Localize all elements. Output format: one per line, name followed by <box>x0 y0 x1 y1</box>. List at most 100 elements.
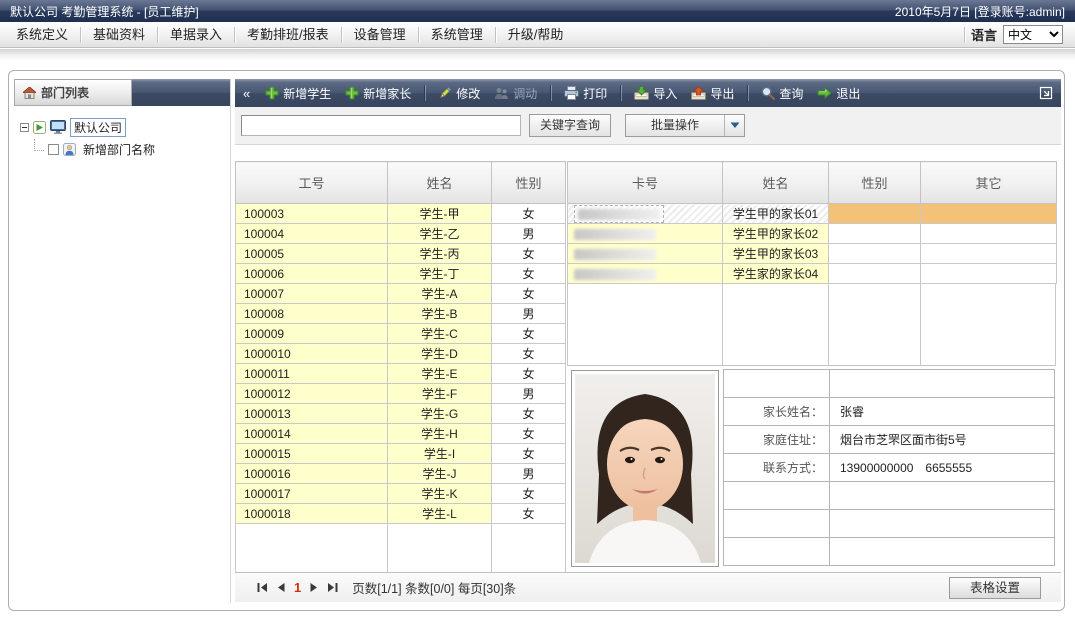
student-name-cell: 学生-D <box>388 344 492 364</box>
tree-node-label-company[interactable]: 默认公司 <box>70 118 126 137</box>
parent-row[interactable]: 学生家的家长04 <box>568 264 1057 284</box>
menu-item-0[interactable]: 系统定义 <box>4 22 80 48</box>
parent-row[interactable]: 学生甲的家长02 <box>568 224 1057 244</box>
keyword-search-button[interactable]: 关键字查询 <box>529 114 611 137</box>
parent-card-cell <box>568 204 723 224</box>
student-row[interactable]: 1000013学生-G女 <box>236 404 566 424</box>
session-info: 2010年5月7日 [登录账号:admin] <box>895 3 1065 20</box>
student-gender-cell: 女 <box>492 424 566 444</box>
tree-expander-icon[interactable] <box>20 123 29 132</box>
chevron-down-icon[interactable] <box>724 115 744 136</box>
toolbar-button-8[interactable]: 退出 <box>812 83 865 104</box>
parent-row[interactable]: 学生甲的家长01 <box>568 204 1057 224</box>
parent-name-cell: 学生甲的家长02 <box>723 224 829 244</box>
menu-item-3[interactable]: 考勤排班/报表 <box>235 22 341 48</box>
student-gender-cell: 女 <box>492 244 566 264</box>
plus-icon <box>345 86 359 100</box>
student-row[interactable]: 1000011学生-E女 <box>236 364 566 384</box>
student-gender-cell: 女 <box>492 324 566 344</box>
student-id-cell: 1000016 <box>236 464 388 484</box>
parent-name-cell: 学生家的家长04 <box>723 264 829 284</box>
student-row[interactable]: 1000015学生-I女 <box>236 444 566 464</box>
parent-header-name: 姓名 <box>723 162 829 204</box>
toolbar-button-5[interactable]: 导入 <box>629 83 682 104</box>
parent-table-empty-area <box>567 284 1056 366</box>
last-page-icon[interactable] <box>327 583 338 592</box>
main-panel: 部门列表 默认公司 <box>8 70 1065 611</box>
student-name-cell: 学生-乙 <box>388 224 492 244</box>
department-sidebar: 部门列表 默认公司 <box>14 79 231 603</box>
menu-item-6[interactable]: 升级/帮助 <box>496 22 576 48</box>
detail-value: 13900000000 6655555 <box>830 454 1055 482</box>
import-icon <box>634 86 649 100</box>
student-row[interactable]: 100007学生-A女 <box>236 284 566 304</box>
student-row[interactable]: 1000016学生-J男 <box>236 464 566 484</box>
student-row[interactable]: 100003学生-甲女 <box>236 204 566 224</box>
tab-department-list[interactable]: 部门列表 <box>14 79 132 106</box>
student-id-cell: 1000010 <box>236 344 388 364</box>
student-gender-cell: 男 <box>492 304 566 324</box>
toolbar: « 新增学生新增家长修改调动打印导入导出查询退出 <box>235 79 1061 107</box>
parent-row[interactable]: 学生甲的家长03 <box>568 244 1057 264</box>
menu-item-2[interactable]: 单据录入 <box>158 22 234 48</box>
student-name-cell: 学生-B <box>388 304 492 324</box>
parent-other-cell <box>921 264 1057 284</box>
parent-name-cell: 学生甲的家长03 <box>723 244 829 264</box>
keyword-input[interactable] <box>241 115 521 136</box>
detail-label: 家长姓名： <box>724 398 830 426</box>
toolbar-button-label: 导入 <box>653 85 677 102</box>
toolbar-button-6[interactable]: 导出 <box>686 83 739 104</box>
blurred-card-number <box>578 209 660 220</box>
student-row[interactable]: 100009学生-C女 <box>236 324 566 344</box>
student-row[interactable]: 1000017学生-K女 <box>236 484 566 504</box>
current-page-number: 1 <box>294 580 301 595</box>
student-row[interactable]: 100004学生-乙男 <box>236 224 566 244</box>
student-gender-cell: 女 <box>492 504 566 524</box>
toolbar-button-4[interactable]: 打印 <box>559 83 612 104</box>
menu-item-5[interactable]: 系统管理 <box>419 22 495 48</box>
batch-operation-label: 批量操作 <box>626 115 724 136</box>
toolbar-divider <box>620 85 621 101</box>
detail-value: 烟台市芝罘区面市街5号 <box>830 426 1055 454</box>
first-page-icon[interactable] <box>257 583 268 592</box>
parent-card-cell <box>568 244 723 264</box>
parent-other-cell <box>921 244 1057 264</box>
detail-row <box>724 482 1055 510</box>
student-gender-cell: 男 <box>492 384 566 404</box>
parent-header-gender: 性别 <box>829 162 921 204</box>
person-icon <box>63 143 76 156</box>
tree-node-label-newdept[interactable]: 新增部门名称 <box>80 141 158 158</box>
prev-page-icon[interactable] <box>277 583 285 592</box>
student-row[interactable]: 1000014学生-H女 <box>236 424 566 444</box>
student-name-cell: 学生-F <box>388 384 492 404</box>
language-label: 语言 <box>971 25 997 44</box>
next-page-icon[interactable] <box>310 583 318 592</box>
menu-item-4[interactable]: 设备管理 <box>342 22 418 48</box>
student-row[interactable]: 1000018学生-L女 <box>236 504 566 524</box>
student-row[interactable]: 100005学生-丙女 <box>236 244 566 264</box>
student-table: 工号 姓名 性别 100003学生-甲女100004学生-乙男100005学生-… <box>235 161 566 524</box>
table-settings-button[interactable]: 表格设置 <box>949 577 1041 599</box>
toolbar-button-label: 查询 <box>779 85 803 102</box>
student-row[interactable]: 100006学生-丁女 <box>236 264 566 284</box>
detail-row <box>724 538 1055 566</box>
menu-item-1[interactable]: 基础资料 <box>81 22 157 48</box>
language-select[interactable]: 中文 <box>1003 25 1063 44</box>
student-gender-cell: 女 <box>492 264 566 284</box>
tree-node-root[interactable]: 默认公司 <box>20 118 224 136</box>
tree-node-department[interactable]: 新增部门名称 <box>34 140 224 158</box>
toolbar-button-1[interactable]: 新增家长 <box>340 83 416 104</box>
window-restore-icon[interactable] <box>1039 86 1053 103</box>
monitor-icon <box>50 120 66 134</box>
batch-operation-dropdown[interactable]: 批量操作 <box>625 114 745 137</box>
toolbar-button-7[interactable]: 查询 <box>756 83 808 104</box>
tree-checkbox[interactable] <box>48 144 59 155</box>
toolbar-button-0[interactable]: 新增学生 <box>260 83 336 104</box>
student-id-cell: 100007 <box>236 284 388 304</box>
toolbar-button-2[interactable]: 修改 <box>433 83 485 104</box>
student-row[interactable]: 1000010学生-D女 <box>236 344 566 364</box>
student-row[interactable]: 100008学生-B男 <box>236 304 566 324</box>
collapse-toolbar-button[interactable]: « <box>243 86 250 101</box>
home-icon <box>23 87 36 99</box>
student-row[interactable]: 1000012学生-F男 <box>236 384 566 404</box>
